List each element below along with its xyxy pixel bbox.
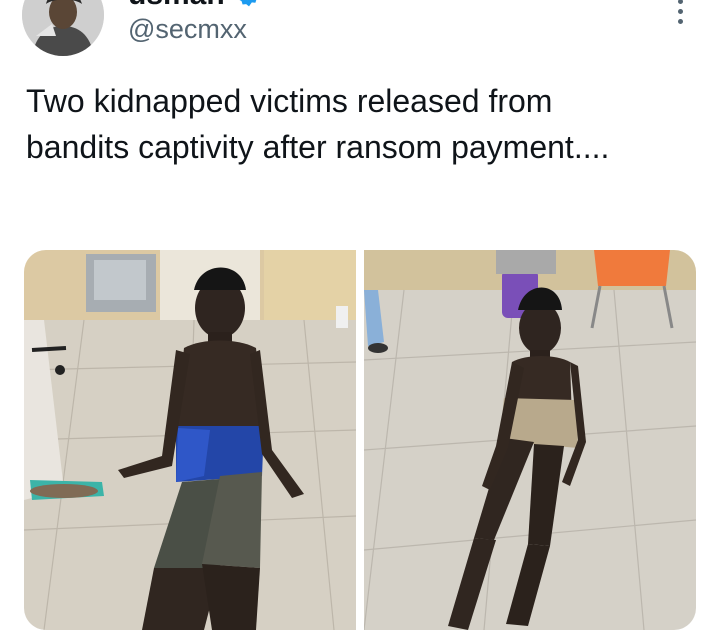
author-handle[interactable]: @secmxx bbox=[128, 14, 247, 45]
author-display-name[interactable]: usman bbox=[128, 0, 225, 12]
tweet-photo-1[interactable] bbox=[24, 250, 356, 630]
media-grid bbox=[24, 250, 696, 630]
verified-badge-icon bbox=[239, 0, 257, 7]
tweet-text: Two kidnapped victims released from band… bbox=[26, 83, 610, 165]
tweet-photo-2[interactable] bbox=[364, 250, 696, 630]
author-avatar[interactable] bbox=[22, 0, 104, 56]
more-vertical-icon[interactable] bbox=[666, 0, 694, 28]
